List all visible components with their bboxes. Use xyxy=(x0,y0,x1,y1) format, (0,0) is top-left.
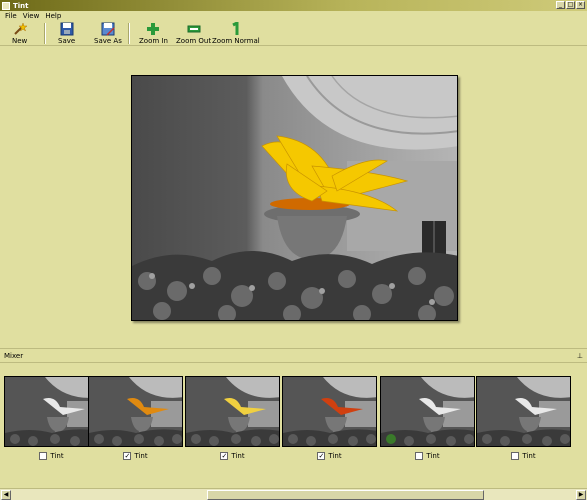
thumbnail-image[interactable] xyxy=(476,376,571,447)
plus-icon xyxy=(146,22,160,36)
menu-bar: File View Help xyxy=(0,11,587,21)
one-to-one-icon xyxy=(229,22,243,36)
menu-view[interactable]: View xyxy=(23,12,40,20)
zoom-out-button[interactable]: Zoom Out xyxy=(176,22,211,45)
thumbnail-image[interactable] xyxy=(4,376,99,447)
toolbar-separator xyxy=(44,23,46,44)
app-icon xyxy=(2,1,10,10)
tint-label: Tint xyxy=(50,452,64,460)
save-as-label: Save As xyxy=(94,37,122,45)
scroll-left-button[interactable]: ◀ xyxy=(1,490,11,500)
mixer-title: Mixer xyxy=(4,352,24,360)
thumbnail-image[interactable] xyxy=(380,376,475,447)
mixer-thumbnail[interactable]: ✓ Tint xyxy=(88,376,183,461)
mixer-thumbnail[interactable]: ✓ Tint xyxy=(282,376,377,461)
menu-file[interactable]: File xyxy=(5,12,17,20)
new-label: New xyxy=(12,37,28,45)
mixer-thumbnail[interactable]: ✓ Tint xyxy=(185,376,280,461)
scroll-right-button[interactable]: ▶ xyxy=(576,490,586,500)
image-canvas xyxy=(0,47,587,349)
thumbnail-image[interactable] xyxy=(282,376,377,447)
maximize-button[interactable]: □ xyxy=(566,1,575,9)
tint-label: Tint xyxy=(522,452,536,460)
tint-checkbox[interactable]: ✓ xyxy=(220,452,229,460)
tint-checkbox[interactable]: ✓ xyxy=(123,452,132,460)
thumbnail-image[interactable] xyxy=(88,376,183,447)
close-button[interactable]: × xyxy=(576,1,585,9)
save-label: Save xyxy=(58,37,76,45)
new-button[interactable]: New xyxy=(12,22,27,45)
window-title: Tint xyxy=(13,1,29,10)
mixer-panel: Tint ✓ Tint ✓ Tint ✓ Tint Tint Tint xyxy=(0,364,587,488)
mixer-thumbnail[interactable]: Tint xyxy=(380,376,475,461)
horizontal-scrollbar[interactable]: ◀ ▶ xyxy=(0,488,587,500)
save-button[interactable]: Save xyxy=(58,22,75,45)
tint-checkbox[interactable]: ✓ xyxy=(317,452,326,460)
zoom-out-label: Zoom Out xyxy=(176,37,212,45)
zoom-normal-label: Zoom Normal xyxy=(212,37,260,45)
title-bar: Tint _ □ × xyxy=(0,0,587,11)
tint-checkbox[interactable] xyxy=(39,452,48,460)
tint-checkbox[interactable] xyxy=(511,452,520,460)
save-as-button[interactable]: Save As xyxy=(94,22,122,45)
toolbar: New Save Save As Zoom In Zoom Out Zoom N… xyxy=(0,21,587,46)
thumbnail-image[interactable] xyxy=(185,376,280,447)
tint-label: Tint xyxy=(231,452,245,460)
pin-icon[interactable]: ⊥ xyxy=(577,352,583,360)
mixer-panel-header: Mixer ⊥ xyxy=(0,350,587,363)
minus-icon xyxy=(187,22,201,36)
main-photo[interactable] xyxy=(131,75,458,321)
zoom-in-button[interactable]: Zoom In xyxy=(139,22,168,45)
tint-label: Tint xyxy=(134,452,148,460)
zoom-in-label: Zoom In xyxy=(139,37,168,45)
magic-wand-icon xyxy=(13,22,27,36)
zoom-normal-button[interactable]: Zoom Normal xyxy=(212,22,260,45)
minimize-button[interactable]: _ xyxy=(556,1,565,9)
tint-checkbox[interactable] xyxy=(415,452,424,460)
menu-help[interactable]: Help xyxy=(45,12,61,20)
toolbar-separator xyxy=(128,23,130,44)
tint-label: Tint xyxy=(426,452,440,460)
floppy-disk-icon xyxy=(60,22,74,36)
scrollbar-thumb[interactable] xyxy=(207,490,484,500)
tint-label: Tint xyxy=(328,452,342,460)
save-as-icon xyxy=(101,22,115,36)
mixer-thumbnail[interactable]: Tint xyxy=(476,376,571,461)
mixer-thumbnail[interactable]: Tint xyxy=(4,376,99,461)
